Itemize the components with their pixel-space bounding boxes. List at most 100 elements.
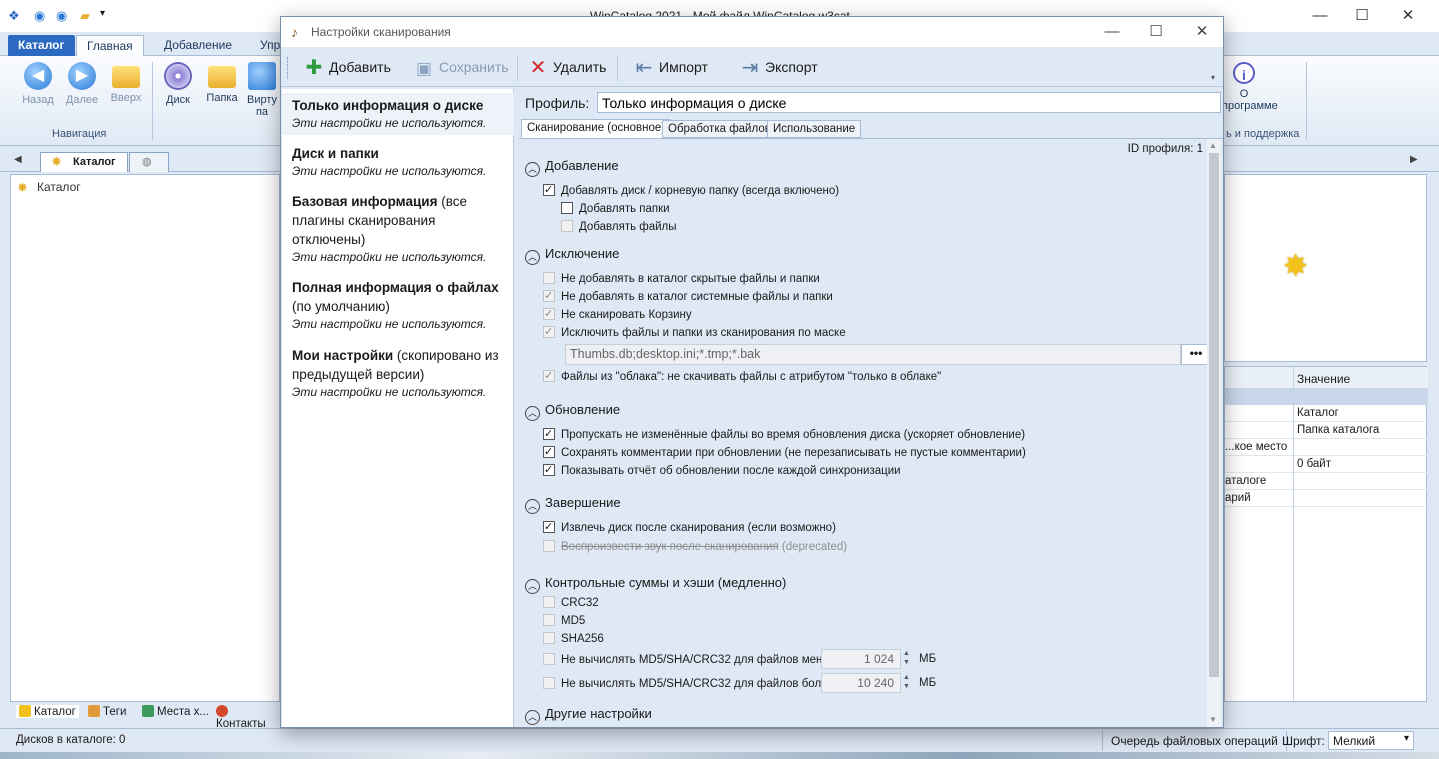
- bottom-tab-locations[interactable]: Места х...: [142, 705, 209, 718]
- checkbox[interactable]: [543, 428, 555, 440]
- checkbox[interactable]: [543, 370, 555, 382]
- settings-scrollbar[interactable]: ▲ ▼: [1207, 139, 1221, 727]
- checkbox[interactable]: [543, 464, 555, 476]
- property-row[interactable]: Каталог: [1225, 405, 1428, 422]
- section-other[interactable]: ︿ Другие настройки: [525, 706, 652, 725]
- option-add-folders[interactable]: Добавлять папки: [561, 202, 670, 215]
- option-add-files[interactable]: Добавлять файлы: [561, 220, 677, 233]
- checkbox[interactable]: [561, 220, 573, 232]
- option-play-sound[interactable]: Воспроизвести звук после сканирования (d…: [543, 540, 847, 553]
- tab-usage[interactable]: Использование: [767, 120, 862, 138]
- doc-tab-catalog[interactable]: ✸ Каталог: [40, 152, 128, 172]
- dialog-minimize-icon[interactable]: —: [1101, 22, 1123, 42]
- checkbox[interactable]: [543, 540, 555, 552]
- profile-name-input[interactable]: [597, 92, 1221, 113]
- checkbox[interactable]: [543, 677, 555, 689]
- export-button[interactable]: ⇥ Экспорт: [739, 56, 818, 79]
- option-eject[interactable]: Извлечь диск после сканирования (если во…: [543, 521, 836, 534]
- tab-file-processing[interactable]: Обработка файлов: [662, 120, 777, 138]
- checkbox[interactable]: [543, 596, 555, 608]
- section-add[interactable]: ︿ Добавление: [525, 158, 619, 177]
- forward-button[interactable]: ▶ Далее: [60, 62, 104, 106]
- qa-folder-icon[interactable]: ▰: [80, 8, 90, 24]
- doc-tab-disk[interactable]: ◍: [129, 152, 169, 172]
- property-row[interactable]: 0 байт: [1225, 456, 1428, 473]
- option-exclude-mask[interactable]: Исключить файлы и папки из сканирования …: [543, 326, 846, 339]
- add-folder-button[interactable]: Папка: [200, 62, 244, 104]
- min-size-spinner[interactable]: ▲ ▼: [901, 649, 912, 669]
- file-queue-button[interactable]: Очередь файловых операций: [1102, 731, 1287, 751]
- tabs-scroll-right-icon[interactable]: ▶: [1410, 154, 1418, 165]
- dialog-close-icon[interactable]: ✕: [1191, 22, 1213, 42]
- ribbon-tab-catalog[interactable]: Каталог: [8, 35, 75, 56]
- toolbar-grip[interactable]: [287, 57, 289, 79]
- profile-item-disk-folders[interactable]: Диск и папки Эти настройки не используют…: [282, 141, 514, 183]
- add-virtual-button[interactable]: Вирту па: [244, 62, 280, 118]
- qa-back-icon[interactable]: ◉: [34, 8, 45, 24]
- exclude-mask-input[interactable]: Thumbs.db;desktop.ini;*.tmp;*.bak: [565, 344, 1181, 365]
- option-show-report[interactable]: Показывать отчёт об обновлении после каж…: [543, 464, 901, 477]
- property-row[interactable]: Папка каталога: [1225, 422, 1428, 439]
- property-row[interactable]: кое место...: [1225, 439, 1428, 456]
- profile-item-full[interactable]: Полная информация о файлах (по умолчанию…: [282, 275, 514, 336]
- option-min-size[interactable]: Не вычислять MD5/SHA/CRC32 для файлов ме…: [543, 653, 847, 666]
- qa-forward-icon[interactable]: ◉: [56, 8, 67, 24]
- catalog-tree[interactable]: ✸ Каталог: [10, 174, 280, 702]
- option-skip-system[interactable]: Не добавлять в каталог системные файлы и…: [543, 290, 833, 303]
- tree-item-catalog[interactable]: Каталог: [37, 180, 81, 194]
- font-size-select[interactable]: Мелкий: [1328, 731, 1414, 750]
- app-maximize-icon[interactable]: ☐: [1352, 6, 1372, 26]
- option-sha256[interactable]: SHA256: [543, 632, 604, 645]
- checkbox[interactable]: [561, 202, 573, 214]
- dialog-maximize-icon[interactable]: ☐: [1145, 22, 1167, 42]
- checkbox[interactable]: [543, 653, 555, 665]
- scrollbar-thumb[interactable]: [1209, 153, 1219, 677]
- checkbox[interactable]: [543, 184, 555, 196]
- profile-item-my-settings[interactable]: Мои настройки (скопировано из предыдущей…: [282, 343, 514, 404]
- property-row[interactable]: аталоге: [1225, 473, 1428, 490]
- back-button[interactable]: ◀ Назад: [16, 62, 60, 106]
- checkbox[interactable]: [543, 290, 555, 302]
- app-close-icon[interactable]: ✕: [1398, 6, 1418, 26]
- option-crc32[interactable]: CRC32: [543, 596, 599, 609]
- bottom-tab-catalog[interactable]: Каталог: [16, 705, 79, 718]
- option-skip-hidden[interactable]: Не добавлять в каталог скрытые файлы и п…: [543, 272, 820, 285]
- toolbar-overflow-icon[interactable]: ▾: [1211, 73, 1215, 82]
- qa-customize-icon[interactable]: ▾: [100, 8, 105, 19]
- tabs-scroll-left-icon[interactable]: ◀: [14, 154, 22, 165]
- option-max-size[interactable]: Не вычислять MD5/SHA/CRC32 для файлов бо…: [543, 677, 846, 690]
- section-exclude[interactable]: ︿ Исключение: [525, 246, 619, 265]
- max-size-spinner[interactable]: ▲ ▼: [901, 673, 912, 693]
- checkbox[interactable]: [543, 446, 555, 458]
- import-button[interactable]: ⇤ Импорт: [633, 56, 708, 79]
- profile-item-disk-info[interactable]: Только информация о диске Эти настройки …: [282, 93, 514, 135]
- option-skip-unchanged[interactable]: Пропускать не изменённые файлы во время …: [543, 428, 1025, 441]
- delete-profile-button[interactable]: ✕ Удалить: [527, 56, 607, 79]
- checkbox[interactable]: [543, 521, 555, 533]
- property-row[interactable]: арий: [1225, 490, 1428, 507]
- option-cloud-files[interactable]: Файлы из "облака": не скачивать файлы с …: [543, 370, 941, 383]
- min-size-input[interactable]: 1 024: [821, 649, 901, 669]
- section-update[interactable]: ︿ Обновление: [525, 402, 620, 421]
- scroll-up-icon[interactable]: ▲: [1209, 141, 1217, 150]
- add-disk-button[interactable]: Диск: [156, 62, 200, 106]
- about-button[interactable]: i О программе: [1222, 62, 1278, 112]
- profile-item-basic[interactable]: Базовая информация (все плагины сканиров…: [282, 189, 514, 269]
- option-skip-recycle[interactable]: Не сканировать Корзину: [543, 308, 692, 321]
- add-profile-button[interactable]: ✚ Добавить: [303, 56, 391, 79]
- checkbox[interactable]: [543, 614, 555, 626]
- max-size-input[interactable]: 10 240: [821, 673, 901, 693]
- bottom-tab-contacts[interactable]: Контакты: [216, 705, 280, 730]
- app-minimize-icon[interactable]: —: [1310, 6, 1330, 26]
- option-add-disk[interactable]: Добавлять диск / корневую папку (всегда …: [543, 184, 839, 197]
- tab-scanning-basic[interactable]: Сканирование (основное): [521, 119, 672, 139]
- bottom-tab-tags[interactable]: Теги: [88, 705, 126, 718]
- section-hashes[interactable]: ︿ Контрольные суммы и хэши (медленно): [525, 575, 786, 594]
- option-md5[interactable]: MD5: [543, 614, 585, 627]
- checkbox[interactable]: [543, 326, 555, 338]
- checkbox[interactable]: [543, 272, 555, 284]
- option-keep-comments[interactable]: Сохранять комментарии при обновлении (не…: [543, 446, 1026, 459]
- ribbon-tab-add[interactable]: Добавление: [154, 35, 242, 56]
- section-finish[interactable]: ︿ Завершение: [525, 495, 621, 514]
- checkbox[interactable]: [543, 308, 555, 320]
